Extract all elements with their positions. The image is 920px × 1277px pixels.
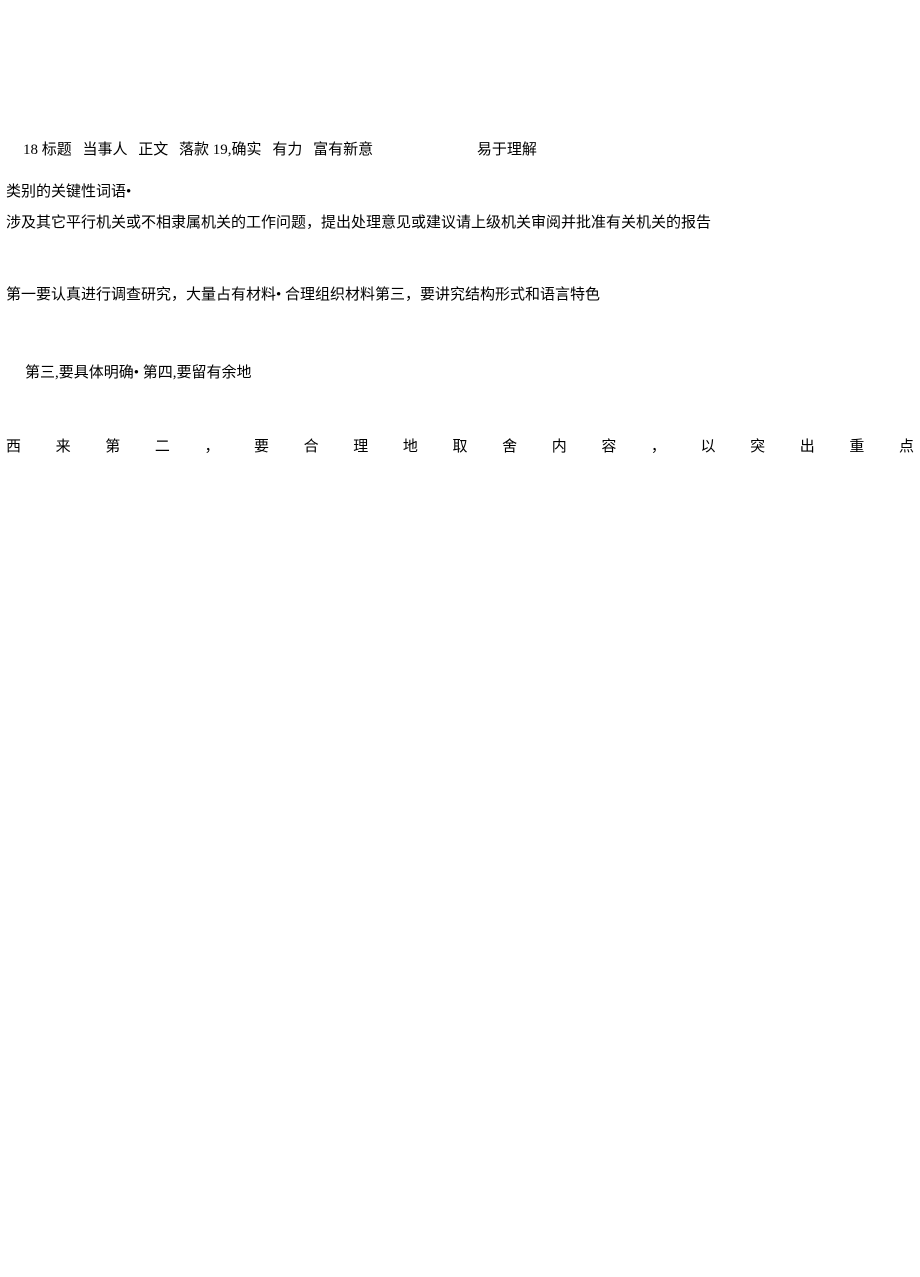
text-line-3: 涉及其它平行机关或不相隶属机关的工作问题，提出处理意见或建议请上级机关审阅并批准… [6,211,711,232]
text-segment: 易于理解 [477,138,537,159]
text-line-2: 类别的关键性词语• [6,180,131,201]
char: 突 [750,435,765,456]
text-segment: 18 标题 [23,138,72,159]
text-segment: 落款 19,确实 [179,138,262,159]
char: 要 [254,435,269,456]
text-segment: 有力 [272,138,302,159]
text-line-6-justified: 西 来 第 二 ， 要 合 理 地 取 舍 内 容 ， 以 突 出 重 点 [6,435,914,456]
text-line-4: 第一要认真进行调查研究，大量占有材料• 合理组织材料第三，要讲究结构形式和语言特… [6,283,600,304]
char: 第 [105,435,120,456]
char: 地 [403,435,418,456]
char: 来 [56,435,71,456]
char: 内 [552,435,567,456]
char: 合 [304,435,319,456]
char: 理 [353,435,368,456]
char: 重 [849,435,864,456]
char: 出 [800,435,815,456]
text-line-1: 18 标题 当事人 正文 落款 19,确实 有力 富有新意 易于理解 [23,138,537,159]
text-line-5: 第三,要具体明确• 第四,要留有余地 [25,361,252,382]
char: 容 [601,435,616,456]
text-segment: 当事人 [83,138,128,159]
char: ， [204,435,219,456]
text-segment: 正文 [138,138,168,159]
char: ， [651,435,666,456]
char: 舍 [502,435,517,456]
char: 二 [155,435,170,456]
char: 以 [701,435,716,456]
char: 点 [899,435,914,456]
char: 西 [6,435,21,456]
char: 取 [452,435,467,456]
text-segment: 富有新意 [313,138,373,159]
